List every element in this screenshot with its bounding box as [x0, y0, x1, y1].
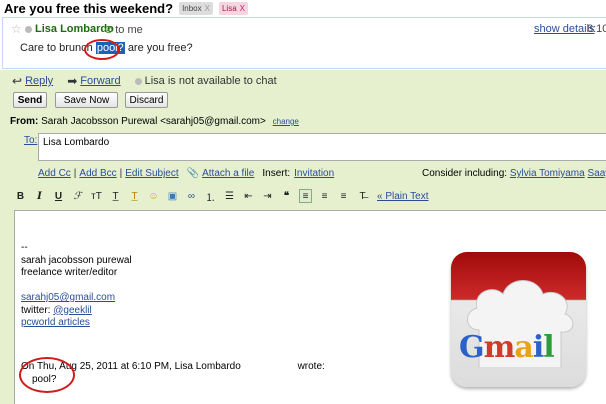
forward-link[interactable]: Forward	[80, 75, 120, 87]
add-cc-link[interactable]: Add Cc	[38, 168, 71, 179]
send-button[interactable]: Send	[13, 92, 47, 108]
show-details-link[interactable]: show details	[534, 23, 595, 35]
bulleted-list-icon[interactable]: ☰	[223, 189, 236, 203]
quote-icon[interactable]: ❝	[280, 189, 293, 203]
message-time: 6:10	[587, 23, 606, 35]
label-chip-lisa-name: Lisa	[221, 4, 237, 13]
image-icon[interactable]: ▣	[166, 189, 179, 203]
link-icon[interactable]: ∞	[185, 189, 198, 203]
text-color-icon[interactable]: T̲	[109, 189, 122, 203]
annotation-circle	[84, 39, 120, 60]
sender-name[interactable]: Lisa Lombardo	[35, 23, 114, 35]
align-right-icon[interactable]: ≡	[337, 189, 350, 203]
label-chip-inbox[interactable]: Inbox X	[179, 2, 213, 15]
outdent-icon[interactable]: ⇤	[242, 189, 255, 203]
plain-text-link[interactable]: « Plain Text	[377, 191, 429, 202]
annotation-circle	[19, 357, 75, 393]
edit-subject-link[interactable]: Edit Subject	[125, 168, 178, 179]
signature: -- sarah jacobsson purewal freelance wri…	[21, 242, 132, 330]
label-chip-lisa[interactable]: Lisa X	[218, 2, 249, 15]
text-size-icon[interactable]: ᴛT	[90, 189, 103, 203]
gmail-letter: m	[483, 330, 516, 365]
indent-icon[interactable]: ⇥	[261, 189, 274, 203]
label-remove-icon[interactable]: X	[205, 4, 210, 13]
signature-dash: --	[21, 242, 28, 253]
snippet-before: Care to brunch	[20, 42, 93, 54]
align-left-icon[interactable]: ≡	[299, 189, 312, 203]
gmail-logo: Gmail	[451, 252, 586, 387]
subject-title: Are you free this weekend?	[4, 1, 174, 16]
save-now-button[interactable]: Save Now	[55, 92, 118, 108]
chat-status-icon	[25, 26, 32, 33]
consider-label: Consider including:	[422, 168, 508, 179]
label-chip-inbox-name: Inbox	[182, 4, 202, 13]
from-row: From: Sarah Jacobsson Purewal <sarahj05@…	[10, 116, 299, 127]
discard-button[interactable]: Discard	[125, 92, 168, 108]
signature-name: sarah jacobsson purewal	[21, 254, 132, 266]
from-value: Sarah Jacobsson Purewal <sarahj05@gmail.…	[41, 116, 266, 127]
recipient-text: to me	[115, 24, 143, 36]
chat-status-icon	[134, 77, 142, 85]
gmail-wordmark-text: Gmail	[459, 330, 555, 365]
recipient-icon: ⊘	[104, 24, 114, 36]
signature-title: freelance writer/editor	[21, 267, 118, 278]
to-label[interactable]: To:	[24, 135, 37, 146]
italic-icon[interactable]: I	[33, 189, 46, 203]
align-center-icon[interactable]: ≡	[318, 189, 331, 203]
label-remove-icon[interactable]: X	[240, 4, 245, 13]
from-label: From:	[10, 116, 39, 127]
gmail-letter: i	[532, 330, 544, 365]
forward-arrow-icon: ➡	[67, 74, 78, 88]
suggested-contact[interactable]: Sylvia Tomiyama	[510, 168, 585, 179]
consider-including: Consider including: Sylvia Tomiyama Saay…	[422, 168, 606, 179]
twitter-handle-link[interactable]: @geeklil	[53, 305, 92, 316]
signature-twitter: twitter: @geeklil	[21, 305, 132, 318]
change-from-link[interactable]: change	[273, 117, 299, 126]
highlight-color-icon[interactable]: T̲	[128, 189, 141, 203]
snippet-after: are you free?	[127, 42, 193, 54]
font-icon[interactable]: ℱ	[71, 189, 84, 203]
compose-links: Add Cc | Add Bcc | Edit Subject 📎 Attach…	[38, 168, 335, 179]
attach-file-link[interactable]: Attach a file	[202, 168, 254, 179]
chat-availability-text: Lisa is not available to chat	[144, 75, 277, 87]
twitter-prefix: twitter:	[21, 304, 54, 316]
pcworld-articles-link[interactable]: pcworld articles	[21, 317, 132, 330]
gmail-wordmark: Gmail	[459, 330, 555, 365]
quote-wrote: wrote:	[297, 361, 325, 372]
suggested-contact[interactable]: Saaya S	[587, 168, 606, 179]
chat-availability: Lisa is not available to chat	[134, 75, 277, 87]
insert-label: Insert:	[262, 168, 291, 179]
remove-formatting-icon[interactable]: T̶	[356, 189, 369, 203]
gmail-letter: G	[459, 330, 485, 365]
numbered-list-icon[interactable]: ⒈	[204, 189, 217, 204]
gmail-letter: l	[543, 330, 554, 365]
formatting-toolbar: B I U ℱ ᴛT T̲ T̲ ☺ ▣ ∞ ⒈ ☰ ⇤ ⇥ ❝ ≡ ≡ ≡ T…	[14, 187, 429, 205]
underline-icon[interactable]: U	[52, 189, 65, 203]
star-icon[interactable]: ☆	[11, 22, 22, 36]
reply-actions: ↩ Reply ➡ Forward Lisa is not available …	[12, 74, 277, 88]
bold-icon[interactable]: B	[14, 189, 27, 203]
reply-link[interactable]: Reply	[25, 75, 53, 87]
insert-invitation-link[interactable]: Invitation	[294, 168, 334, 179]
message-card: ☆ Lisa Lombardo ⊘ to me show details 6:10…	[2, 17, 606, 69]
paperclip-icon: 📎	[186, 168, 200, 179]
recipient-line: ⊘ to me	[104, 23, 143, 36]
signature-email-link[interactable]: sarahj05@gmail.com	[21, 292, 132, 305]
emoticon-icon[interactable]: ☺	[147, 189, 160, 203]
reply-arrow-icon: ↩	[12, 74, 23, 88]
add-bcc-link[interactable]: Add Bcc	[79, 168, 116, 179]
to-field-value: Lisa Lombardo	[43, 137, 110, 148]
gmail-letter: a	[514, 330, 533, 365]
subject-bar: Are you free this weekend? Inbox X Lisa …	[0, 0, 606, 17]
to-field[interactable]: Lisa Lombardo	[38, 133, 606, 161]
